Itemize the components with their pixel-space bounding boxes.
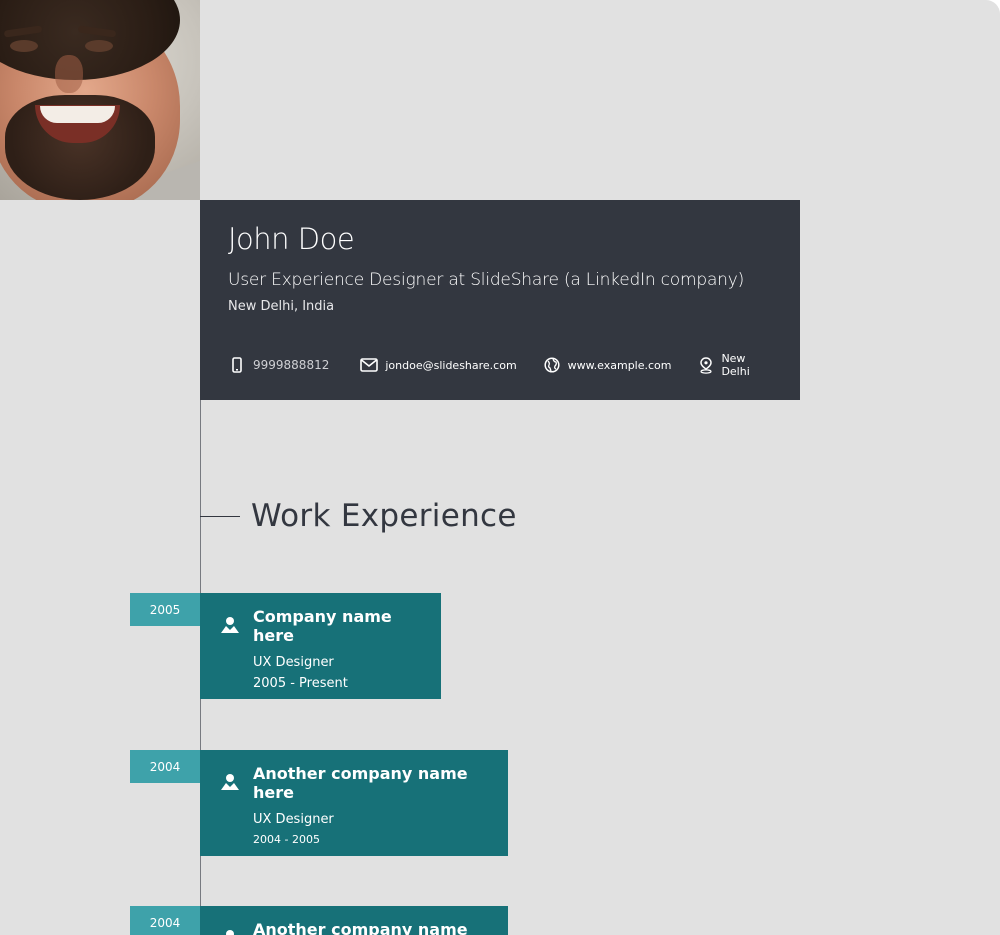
company-name: Another company name here xyxy=(253,764,468,802)
pin-icon xyxy=(697,356,714,374)
contact-website[interactable]: www.example.com xyxy=(543,356,672,374)
phone-icon xyxy=(228,356,246,374)
profile-header: John Doe User Experience Designer at Sli… xyxy=(200,200,800,400)
globe-icon xyxy=(543,356,561,374)
year-tag: 2004 xyxy=(130,750,200,783)
heading-rule xyxy=(200,515,240,517)
job-role: UX Designer xyxy=(253,655,334,670)
phone-text: 9999888812 xyxy=(253,358,330,372)
job-role: UX Designer xyxy=(253,812,334,827)
person-icon xyxy=(220,616,240,636)
job-card: Company name here UX Designer 2005 - Pre… xyxy=(200,593,441,699)
company-name: Company name here xyxy=(253,607,392,645)
year-tag: 2004 xyxy=(130,906,200,935)
person-icon xyxy=(220,773,240,793)
mail-icon xyxy=(360,356,379,374)
profile-title: User Experience Designer at SlideShare (… xyxy=(228,270,745,290)
website-text: www.example.com xyxy=(567,358,672,372)
profile-photo xyxy=(0,0,200,200)
contact-email[interactable]: jondoe@slideshare.com xyxy=(360,356,517,374)
contact-phone[interactable]: 9999888812 xyxy=(228,356,329,374)
section-title: Work Experience xyxy=(251,498,517,534)
year-tag: 2005 xyxy=(130,593,200,626)
job-dates: 2005 - Present xyxy=(253,676,348,691)
job-dates: 2004 - 2005 xyxy=(253,833,320,846)
profile-name: John Doe xyxy=(228,222,355,256)
contact-bar: 9999888812 jondoe@slideshare.com www.exa… xyxy=(228,352,800,378)
work-experience-heading: Work Experience xyxy=(200,498,517,534)
company-name: Another company name here xyxy=(253,920,468,935)
contact-city: New Delhi xyxy=(697,352,774,378)
resume-page: John Doe User Experience Designer at Sli… xyxy=(0,0,1000,935)
city-text: New Delhi xyxy=(721,352,750,378)
person-icon xyxy=(220,929,240,935)
job-card: Another company name here UX Designer 20… xyxy=(200,750,508,856)
job-card: Another company name here xyxy=(200,906,508,935)
profile-location: New Delhi, India xyxy=(228,299,335,314)
email-text: jondoe@slideshare.com xyxy=(385,358,517,372)
